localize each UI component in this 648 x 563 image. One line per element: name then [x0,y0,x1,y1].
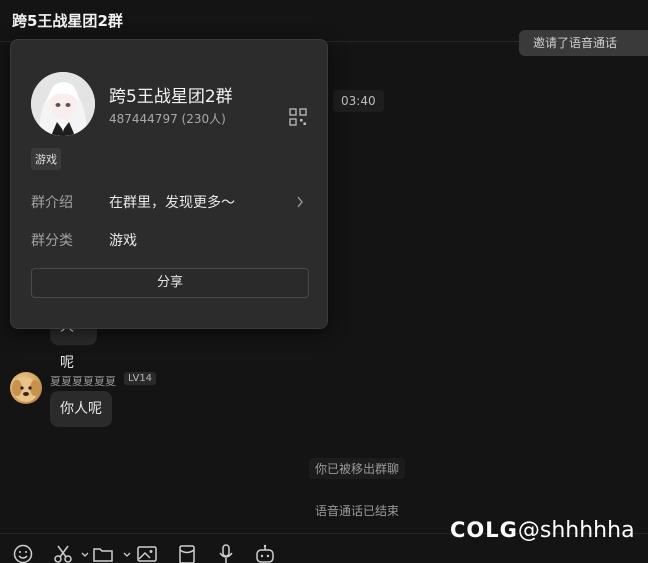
emoji-icon[interactable] [12,543,34,563]
sender-level-badge: LV14 [124,372,157,385]
intro-label: 群介绍 [31,195,73,211]
category-value: 游戏 [109,233,137,249]
share-button[interactable]: 分享 [31,268,309,298]
colg-watermark: COLG@shhhhha [450,518,635,543]
group-info-card: 跨5王战星团2群 487444797 (230人) 游戏 群介绍 在群里，发现更… [10,39,328,329]
sender-name[interactable]: 夏夏夏夏夏夏 [50,373,116,389]
system-message-call-ended: 语音通话已结束 [315,504,400,518]
dog-avatar-icon [12,378,40,402]
scissors-dropdown-chevron-icon[interactable] [74,543,89,563]
category-label: 群分类 [31,233,73,249]
group-avatar[interactable] [31,72,95,136]
message-timestamp: 03:40 [333,90,384,112]
voice-call-notice-text: 邀请了语音通话 [533,36,618,50]
microphone-icon[interactable] [215,543,237,563]
red-packet-icon[interactable] [176,543,198,563]
image-icon[interactable] [136,543,158,563]
folder-dropdown-chevron-icon[interactable] [116,543,131,563]
chat-title[interactable]: 跨5王战星团2群 [12,10,123,31]
scissors-icon[interactable] [52,543,74,563]
message-bubble[interactable]: 你人呢 [50,391,112,427]
qr-code-icon[interactable] [289,108,307,126]
watermark-logo: COLG [450,518,518,542]
robot-icon[interactable] [254,543,276,563]
intro-value[interactable]: 在群里，发现更多～ [109,192,235,212]
sender-avatar[interactable] [10,372,42,404]
group-tag: 游戏 [31,148,61,170]
chevron-right-icon[interactable] [295,194,305,208]
folder-icon[interactable] [92,543,114,563]
message-text: 你人呢 [60,401,102,417]
anime-avatar-icon [31,72,95,136]
voice-call-notice[interactable]: 邀请了语音通话 [519,30,648,56]
watermark-handle: @shhhhha [517,518,635,543]
group-name: 跨5王战星团2群 [109,87,233,107]
system-message-removed: 你已被移出群聊 [309,458,406,479]
group-id-member-count: 487444797 (230人) [109,112,226,126]
